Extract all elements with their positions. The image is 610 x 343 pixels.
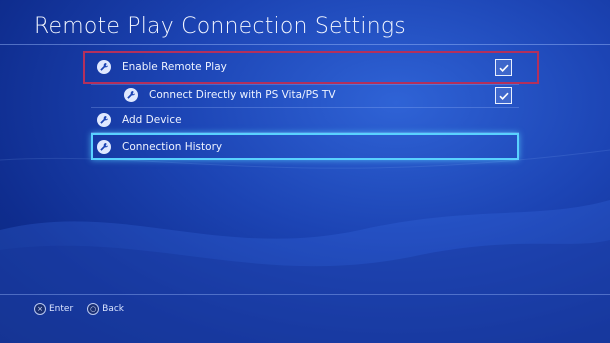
footer-divider — [0, 294, 610, 295]
circle-button-icon: ○ — [87, 303, 100, 315]
connect-directly-label: Connect Directly with PS Vita/PS TV — [149, 89, 336, 101]
enter-hint-label: Enter — [49, 304, 74, 314]
cross-button-icon: × — [34, 303, 46, 315]
add-device-label: Add Device — [122, 114, 182, 126]
highlight-annotation-box — [83, 51, 539, 84]
wrench-icon — [97, 140, 111, 154]
connect-directly-checkbox[interactable] — [495, 87, 512, 104]
add-device-row[interactable]: Add Device — [97, 107, 182, 133]
wrench-icon — [124, 88, 138, 102]
page-title: Remote Play Connection Settings — [34, 14, 406, 39]
connection-history-label: Connection History — [122, 141, 223, 153]
connection-history-row[interactable]: Connection History — [97, 134, 222, 160]
checkmark-icon — [498, 92, 509, 100]
footer-hints: × Enter ○ Back — [34, 303, 138, 315]
title-divider — [0, 44, 610, 45]
back-hint-label: Back — [102, 304, 125, 314]
wrench-icon — [97, 113, 111, 127]
connect-directly-row[interactable]: Connect Directly with PS Vita/PS TV — [124, 82, 336, 108]
